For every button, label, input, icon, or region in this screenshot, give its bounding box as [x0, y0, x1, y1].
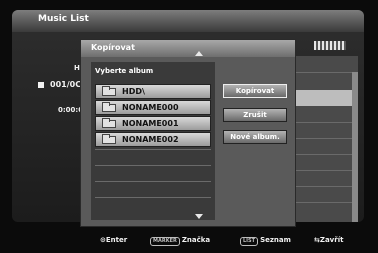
album-item[interactable]: NONAME002: [95, 132, 211, 147]
folder-icon: [102, 102, 116, 112]
folder-icon: [102, 134, 116, 144]
album-name: NONAME000: [122, 103, 179, 112]
marker-label: Značka: [181, 236, 211, 244]
album-item[interactable]: HDD\: [95, 84, 211, 99]
footer-hints: ⊙Enter MARKER Značka LIST Seznam ⇆Zavřít: [0, 232, 378, 250]
close-hint: ⇆Zavřít: [314, 236, 343, 244]
copy-button[interactable]: Kopírovat: [223, 84, 287, 98]
empty-row: [95, 149, 211, 150]
folder-icon: [102, 118, 116, 128]
stop-icon: [38, 82, 44, 88]
album-item[interactable]: NONAME000: [95, 100, 211, 115]
marker-key-icon: MARKER: [150, 237, 180, 246]
list-hint: LIST Seznam: [240, 236, 291, 246]
scroll-up-icon[interactable]: [195, 51, 203, 56]
scroll-down-icon[interactable]: [195, 214, 203, 219]
track-counter: 001/0C: [50, 80, 82, 89]
album-name: NONAME001: [122, 119, 179, 128]
close-label: Zavřít: [319, 236, 344, 244]
mode-indicator: [314, 41, 346, 50]
enter-label: Enter: [105, 236, 128, 244]
empty-row: [95, 165, 211, 166]
folder-icon: [102, 86, 116, 96]
scrollbar[interactable]: [352, 72, 358, 222]
copy-dialog: Kopírovat Vyberte album HDD\ NONAME000 N…: [80, 39, 296, 227]
enter-hint: ⊙Enter: [100, 236, 127, 244]
empty-row: [95, 181, 211, 182]
dialog-header: Kopírovat: [81, 40, 295, 57]
dialog-title: Kopírovat: [91, 43, 135, 52]
marker-hint: MARKER Značka: [150, 236, 210, 246]
screen-title: Music List: [38, 14, 89, 24]
album-item[interactable]: NONAME001: [95, 116, 211, 131]
list-label: Seznam: [260, 236, 291, 244]
list-label: Vyberte album: [95, 67, 154, 75]
background-info-panel: HI 001/0C 0:00:0: [12, 40, 83, 190]
title-bar: Music List: [12, 10, 364, 32]
empty-row: [95, 197, 211, 198]
cancel-button[interactable]: Zrušit: [223, 108, 287, 122]
new-album-button[interactable]: Nové album.: [223, 130, 287, 144]
album-name: NONAME002: [122, 135, 179, 144]
list-key-icon: LIST: [240, 237, 259, 246]
album-name: HDD\: [122, 87, 145, 96]
